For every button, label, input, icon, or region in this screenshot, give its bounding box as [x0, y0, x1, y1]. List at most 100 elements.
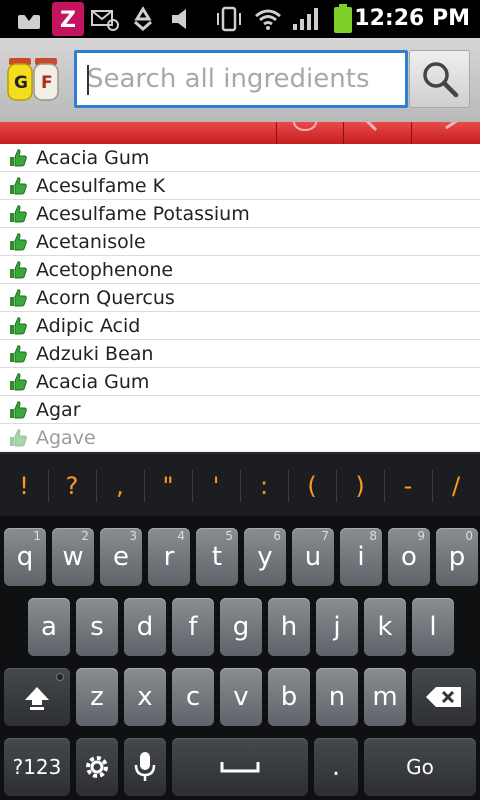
- symbol-divider: [336, 470, 337, 502]
- search-input[interactable]: [77, 53, 405, 105]
- key-d[interactable]: d: [124, 598, 166, 656]
- key-e[interactable]: e3: [100, 528, 142, 586]
- toolbar-tab-icon: [293, 122, 317, 131]
- symbol-key[interactable]: -: [384, 454, 432, 518]
- app-logo[interactable]: G F: [6, 56, 62, 102]
- list-item[interactable]: Adipic Acid: [0, 312, 480, 340]
- key-number-hint: 7: [321, 529, 329, 543]
- mute-icon: [168, 4, 198, 34]
- symbol-key[interactable]: ?: [48, 454, 96, 518]
- key-l[interactable]: l: [412, 598, 454, 656]
- key-s[interactable]: s: [76, 598, 118, 656]
- symbol-key[interactable]: ': [192, 454, 240, 518]
- key-w[interactable]: w2: [52, 528, 94, 586]
- thumbs-up-icon: [0, 228, 36, 256]
- key-n[interactable]: n: [316, 668, 358, 726]
- key-label: o: [401, 542, 417, 572]
- key-label: n: [328, 682, 346, 712]
- space-bar[interactable]: [172, 738, 308, 796]
- symbol-key[interactable]: (: [288, 454, 336, 518]
- key-j[interactable]: j: [316, 598, 358, 656]
- key-v[interactable]: v: [220, 668, 262, 726]
- key-c[interactable]: c: [172, 668, 214, 726]
- list-item[interactable]: Acacia Gum: [0, 144, 480, 172]
- text-cursor: [87, 65, 89, 95]
- wifi-icon: [252, 4, 284, 34]
- key-h[interactable]: h: [268, 598, 310, 656]
- symbol-key[interactable]: ): [336, 454, 384, 518]
- search-button[interactable]: [409, 50, 470, 108]
- ingredient-name: Acetophenone: [36, 258, 174, 281]
- key-q[interactable]: q1: [4, 528, 46, 586]
- list-item[interactable]: Agave: [0, 424, 480, 452]
- ingredient-name: Acetanisole: [36, 230, 146, 253]
- vibrate-icon: [212, 4, 246, 34]
- settings-key[interactable]: [76, 738, 118, 796]
- app-header: G F: [0, 38, 480, 122]
- list-item[interactable]: Acetanisole: [0, 228, 480, 256]
- list-item[interactable]: Acacia Gum: [0, 368, 480, 396]
- key-label: d: [136, 612, 154, 642]
- ingredient-name: Acorn Quercus: [36, 286, 175, 309]
- ingredient-name: Agar: [36, 398, 81, 421]
- symbol-suggestion-row: !?, " ':() - /: [0, 452, 480, 516]
- key-i[interactable]: i8: [340, 528, 382, 586]
- key-label: g: [232, 612, 250, 642]
- key-k[interactable]: k: [364, 598, 406, 656]
- toolbar-divider: [276, 122, 277, 144]
- key-p[interactable]: p0: [436, 528, 478, 586]
- shift-indicator: [56, 673, 64, 681]
- key-z[interactable]: z: [76, 668, 118, 726]
- thumbs-up-icon: [0, 256, 36, 284]
- search-field[interactable]: [74, 50, 408, 108]
- thumbs-up-icon: [0, 200, 36, 228]
- key-g[interactable]: g: [220, 598, 262, 656]
- period-key[interactable]: .: [314, 738, 358, 796]
- toolbar-tab-icon: [365, 122, 378, 132]
- toolbar-tab-2[interactable]: [362, 122, 386, 136]
- key-o[interactable]: o9: [388, 528, 430, 586]
- toolbar-tab-3[interactable]: [440, 122, 464, 136]
- key-y[interactable]: y6: [244, 528, 286, 586]
- thumbs-up-icon: [0, 340, 36, 368]
- symbols-key[interactable]: ?123: [4, 738, 70, 796]
- ingredient-list[interactable]: Acacia Gum Acesulfame K Acesulfame Potassi…: [0, 144, 480, 452]
- symbol-key[interactable]: !: [0, 454, 48, 518]
- voice-input-key[interactable]: [124, 738, 166, 796]
- list-item[interactable]: Agar: [0, 396, 480, 424]
- symbol-divider: [384, 470, 385, 502]
- gear-icon: [86, 756, 108, 778]
- symbol-key[interactable]: /: [432, 454, 480, 518]
- go-key[interactable]: Go: [364, 738, 476, 796]
- backspace-key[interactable]: [412, 668, 476, 726]
- key-label: j: [333, 612, 341, 642]
- key-a[interactable]: a: [28, 598, 70, 656]
- symbol-divider: [96, 470, 97, 502]
- key-label: u: [304, 542, 322, 572]
- key-u[interactable]: u7: [292, 528, 334, 586]
- list-item[interactable]: Acetophenone: [0, 256, 480, 284]
- key-t[interactable]: t5: [196, 528, 238, 586]
- list-item[interactable]: Acesulfame K: [0, 172, 480, 200]
- key-r[interactable]: r4: [148, 528, 190, 586]
- thumbs-up-icon: [0, 424, 36, 452]
- key-label: b: [280, 682, 298, 712]
- ingredient-name: Agave: [36, 426, 96, 449]
- key-label: a: [41, 612, 57, 642]
- symbol-key[interactable]: ": [144, 454, 192, 518]
- key-m[interactable]: m: [364, 668, 406, 726]
- key-number-hint: 4: [177, 529, 185, 543]
- toolbar-tab-1[interactable]: [290, 122, 320, 136]
- list-item[interactable]: Acorn Quercus: [0, 284, 480, 312]
- list-item[interactable]: Adzuki Bean: [0, 340, 480, 368]
- symbol-key[interactable]: ,: [96, 454, 144, 518]
- key-label: f: [188, 612, 198, 642]
- symbol-key[interactable]: :: [240, 454, 288, 518]
- key-f[interactable]: f: [172, 598, 214, 656]
- key-x[interactable]: x: [124, 668, 166, 726]
- shift-key[interactable]: [4, 668, 70, 726]
- list-item[interactable]: Acesulfame Potassium: [0, 200, 480, 228]
- key-label: h: [280, 612, 298, 642]
- key-b[interactable]: b: [268, 668, 310, 726]
- key-label: p: [448, 542, 466, 572]
